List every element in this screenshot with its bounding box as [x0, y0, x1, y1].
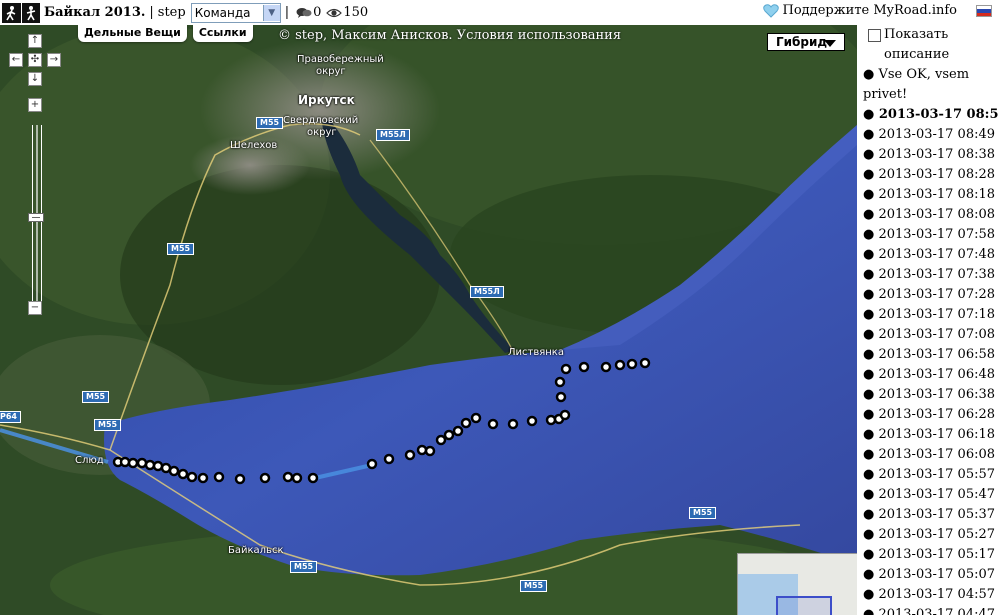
checkpoint-item[interactable]: ● 2013-03-17 05:17 — [860, 545, 999, 565]
place-label: округ — [307, 127, 337, 138]
checkpoint-item[interactable]: ● 2013-03-17 07:18 — [860, 305, 999, 325]
zoom-out-icon[interactable]: − — [28, 301, 42, 315]
checkpoint-item[interactable]: ● 2013-03-17 05:57 — [860, 465, 999, 485]
sidebar: Показать описание ● Vse OK, vsem privet!… — [860, 25, 999, 615]
road-shield: М55 — [82, 391, 110, 403]
road-shield: М55 — [290, 561, 318, 573]
pan-center-icon[interactable]: ✣ — [28, 53, 42, 67]
separator-2: | — [284, 5, 290, 20]
place-label-irkutsk: Иркутск — [298, 93, 355, 107]
checkpoint-item[interactable]: ● 2013-03-17 06:18 — [860, 425, 999, 445]
checkpoint-item[interactable]: ● 2013-03-17 08:28 — [860, 165, 999, 185]
zoom-slider-thumb[interactable] — [28, 213, 44, 222]
pan-right-icon[interactable]: → — [47, 53, 61, 67]
support-label: Поддержите MyRoad.info — [782, 3, 957, 18]
show-description-label: Показать описание — [884, 27, 950, 62]
team-select-value: Команда — [194, 5, 251, 20]
status-message[interactable]: ● Vse OK, vsem privet! — [860, 65, 999, 105]
checkpoint-item[interactable]: ● 2013-03-17 08:38 — [860, 145, 999, 165]
russian-flag-icon[interactable] — [976, 5, 992, 17]
map-tabs: Дельные Вещи Ссылки — [78, 25, 253, 42]
zoom-in-icon[interactable]: + — [28, 98, 42, 112]
comments-stat[interactable]: 0 — [296, 5, 321, 20]
checkpoint-item[interactable]: ● 2013-03-17 07:38 — [860, 265, 999, 285]
map-type-select[interactable]: Гибрид — [767, 33, 845, 51]
map-type-label: Гибрид — [776, 35, 828, 49]
checkpoint-item[interactable]: ● 2013-03-17 06:48 — [860, 365, 999, 385]
map-view[interactable]: Дельные Вещи Ссылки © step, Максим Аниск… — [0, 25, 857, 615]
checkpoint-item[interactable]: ● 2013-03-17 04:57 — [860, 585, 999, 605]
checkpoint-item[interactable]: ● 2013-03-17 08:18 — [860, 185, 999, 205]
views-count: 150 — [343, 5, 369, 20]
show-description-checkbox[interactable] — [868, 29, 881, 42]
checkpoint-item[interactable]: ● 2013-03-17 06:08 — [860, 445, 999, 465]
checkpoint-item[interactable]: ● 2013-03-17 08:49 — [860, 125, 999, 145]
place-label: Правобережный — [297, 54, 384, 65]
checkpoint-item[interactable]: ● 2013-03-17 07:58 — [860, 225, 999, 245]
place-label: Свердловский — [283, 115, 359, 126]
pan-down-icon[interactable]: ↓ — [28, 72, 42, 86]
checkpoint-item[interactable]: ● 2013-03-17 04:47 — [860, 605, 999, 615]
place-label: Байкальск — [228, 545, 284, 556]
checkpoint-item[interactable]: ● 2013-03-17 07:28 — [860, 285, 999, 305]
team-select[interactable]: Команда ▼ — [190, 2, 281, 23]
checkpoint-item[interactable]: ● 2013-03-17 08:08 — [860, 205, 999, 225]
place-label: Слюд — [75, 455, 104, 466]
heart-icon — [762, 3, 779, 18]
checkpoint-item[interactable]: ● 2013-03-17 06:58 — [860, 345, 999, 365]
chevron-down-icon — [824, 40, 836, 47]
walker-icon — [21, 2, 40, 23]
separator: | — [149, 5, 154, 20]
myroad-logo[interactable] — [2, 2, 40, 23]
road-shield: М55 — [167, 243, 195, 255]
satellite-terrain — [0, 25, 857, 615]
map-credit[interactable]: © step, Максим Анисков. Условия использо… — [278, 28, 621, 43]
road-shield: Р64 — [0, 411, 21, 423]
overview-minimap[interactable] — [737, 553, 857, 615]
road-shield: М55Л — [376, 129, 410, 141]
tab-links[interactable]: Ссылки — [192, 25, 253, 42]
place-label: Шелехов — [230, 140, 278, 151]
checkpoint-item[interactable]: ● 2013-03-17 05:37 — [860, 505, 999, 525]
place-label: округ — [316, 66, 346, 77]
checkpoint-item[interactable]: ● 2013-03-17 08:59 — [860, 105, 999, 125]
checkpoint-list: ● 2013-03-17 08:59 ● 2013-03-17 08:49 ● 20… — [860, 105, 999, 615]
comments-count: 0 — [313, 5, 322, 20]
support-link[interactable]: Поддержите MyRoad.info — [762, 3, 957, 18]
user-name[interactable]: step — [158, 5, 186, 20]
tab-useful-things[interactable]: Дельные Вещи — [78, 25, 187, 42]
comments-icon — [296, 7, 312, 18]
checkpoint-item[interactable]: ● 2013-03-17 05:27 — [860, 525, 999, 545]
road-shield: М55 — [256, 117, 284, 129]
views-stat: 150 — [326, 5, 368, 20]
road-shield: М55 — [689, 507, 717, 519]
minimap-viewport[interactable] — [776, 596, 832, 615]
road-shield: М55Л — [470, 286, 504, 298]
top-bar: Байкал 2013. | step Команда ▼ | 0 150 По… — [0, 0, 999, 25]
checkpoint-item[interactable]: ● 2013-03-17 06:38 — [860, 385, 999, 405]
checkpoint-item[interactable]: ● 2013-03-17 07:48 — [860, 245, 999, 265]
road-shield: М55 — [520, 580, 548, 592]
eye-icon — [326, 8, 343, 17]
checkpoint-item[interactable]: ● 2013-03-17 07:08 — [860, 325, 999, 345]
pan-left-icon[interactable]: ← — [9, 53, 23, 67]
road-shield: М55 — [94, 419, 122, 431]
checkpoint-item[interactable]: ● 2013-03-17 06:28 — [860, 405, 999, 425]
checkpoint-item[interactable]: ● 2013-03-17 05:07 — [860, 565, 999, 585]
checkpoint-item[interactable]: ● 2013-03-17 05:47 — [860, 485, 999, 505]
chevron-down-icon[interactable]: ▼ — [262, 4, 280, 21]
trip-title: Байкал 2013. — [44, 5, 146, 20]
show-description-toggle[interactable]: Показать описание — [860, 25, 999, 65]
hiker-icon — [2, 2, 21, 23]
pan-up-icon[interactable]: ↑ — [28, 34, 42, 48]
place-label: Листвянка — [508, 347, 564, 358]
